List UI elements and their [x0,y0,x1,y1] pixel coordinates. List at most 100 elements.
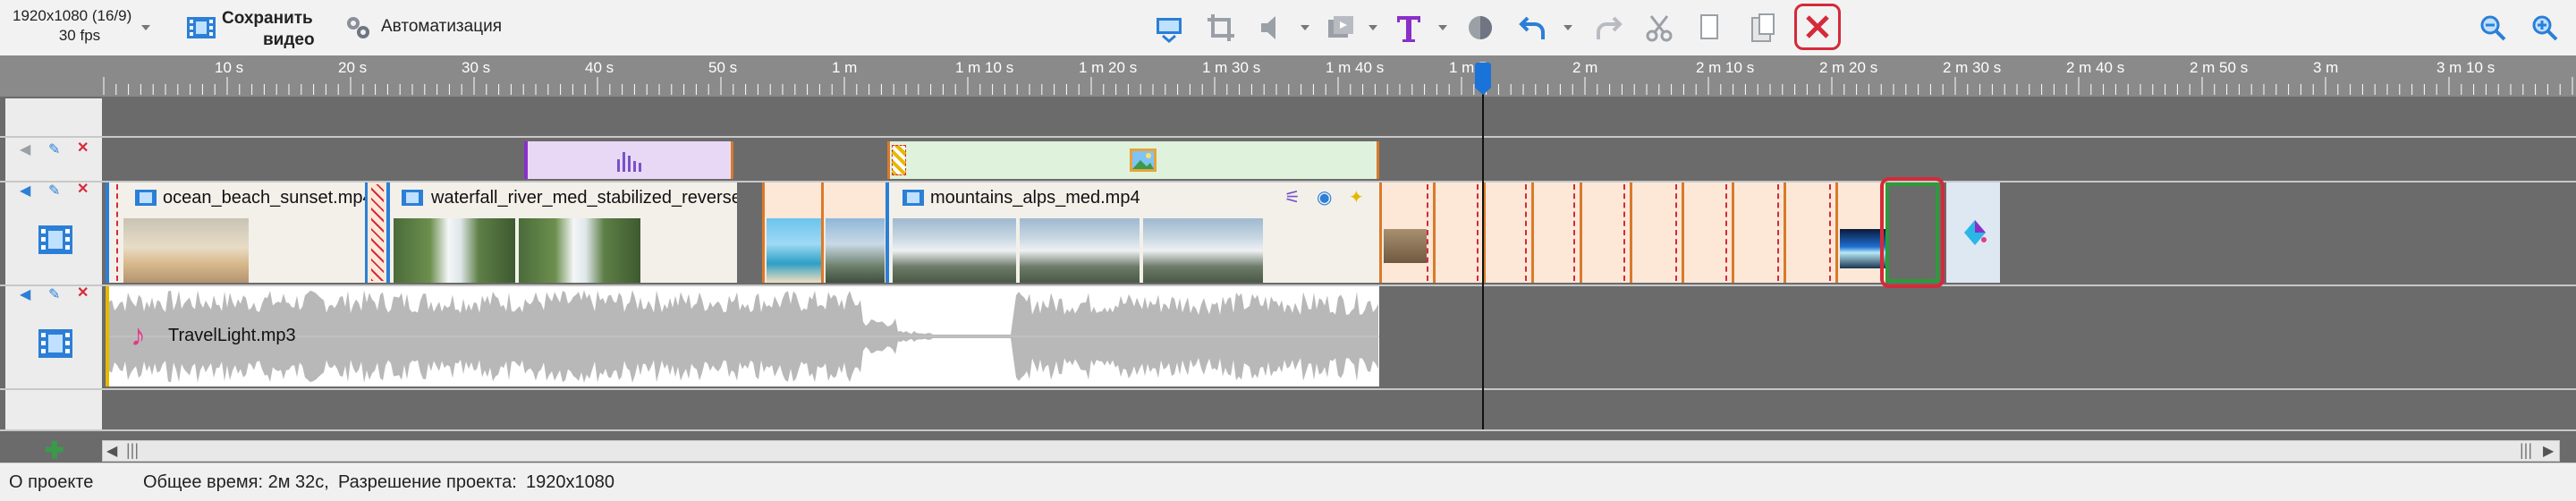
video-clip-segment[interactable] [1433,183,1483,283]
video-clip-segment[interactable] [1784,183,1835,283]
cut-icon[interactable] [1640,9,1678,47]
fit-timeline-icon[interactable] [1150,9,1188,47]
redo-icon[interactable] [1589,9,1626,47]
film-small-icon [402,190,423,206]
audio-effect-clip[interactable] [524,141,733,179]
transition-marker [1525,184,1530,281]
image-overlay-clip[interactable] [887,141,1379,179]
undo-dropdown-icon[interactable] [1563,25,1572,30]
horizontal-scrollbar[interactable]: ◀ ||| ||| ▶ [102,440,2560,462]
video-clip-aurora[interactable] [1835,183,1885,283]
thumbnail [1143,218,1263,283]
thumbnail [767,218,821,283]
color-icon[interactable] [1462,9,1499,47]
paste-icon[interactable] [1744,9,1782,47]
save-label-2: видео [263,30,315,49]
thumbnail [123,218,249,283]
transition-dropdown-icon[interactable] [1368,25,1377,30]
mute-icon[interactable]: ◀ [20,184,30,199]
lock-icon[interactable]: ✎ [48,143,60,157]
mute-icon[interactable]: ◀ [20,143,30,157]
audio-waves-icon[interactable]: ◉ [1317,186,1332,208]
time-ruler[interactable]: 10 s 20 s 30 s 40 s 50 s 1 m 1 m 10 s 1 m 20 s 1… [0,55,2576,97]
video-clip-segment[interactable] [1580,183,1630,283]
automation-button[interactable]: Автоматизация [343,13,522,43]
video-clip-waterfall[interactable]: waterfall_river_med_stabilized_reverse..… [386,183,737,283]
delete-icon[interactable] [1794,4,1841,50]
gears-icon [347,17,369,38]
add-track-icon[interactable]: ✚ [45,437,64,464]
transition-marker [892,145,906,175]
row-separator [0,136,2576,138]
zoom-in-icon[interactable] [2526,9,2563,47]
equalizer-icon [617,152,641,172]
project-resolution-label: Разрешение проекта: [338,472,517,492]
scroll-thumb-grip[interactable]: ||| [126,441,139,460]
ruler-label: 2 m 30 s [1943,59,2002,76]
music-note-icon: ♪ [131,318,146,352]
text-dropdown-icon[interactable] [1438,25,1447,30]
film-icon [187,17,216,38]
video-clip-segment[interactable] [1682,183,1732,283]
undo-icon[interactable] [1515,9,1553,47]
video-clip-mountains[interactable]: mountains_alps_med.mp4 ⚟ ◉ ✦ [886,183,1379,283]
remove-track-icon[interactable]: ✕ [77,141,89,156]
thumbnail [519,218,640,283]
empty-slot-clip[interactable] [1946,183,2000,283]
text-icon[interactable] [1390,9,1428,47]
chevron-down-icon[interactable] [141,25,150,30]
video-clip-segment[interactable] [1483,183,1531,283]
adjust-icon[interactable]: ⚟ [1284,186,1301,208]
selection-highlight [1880,177,1945,288]
clip-name: TravelLight.mp3 [168,326,296,345]
transition-marker [1777,184,1783,281]
total-time-label: Общее время: 2м 32с, [143,472,329,492]
ruler-label: 30 s [462,59,491,76]
scroll-right-arrow[interactable]: ▶ [2543,442,2554,460]
video-clip-small[interactable] [762,183,821,283]
video-clip-ocean[interactable]: ocean_beach_sunset.mp4 [106,183,365,283]
volume-dropdown-icon[interactable] [1301,25,1309,30]
playhead-line[interactable] [1482,63,1484,429]
crop-icon[interactable] [1202,9,1240,47]
audio-track-icon [38,329,72,358]
transition-icon[interactable] [1322,9,1360,47]
mute-icon[interactable]: ◀ [20,288,30,302]
resolution-label: 1920x1080 (16/9) [13,7,132,24]
transition-marker [111,184,118,281]
fps-label: 30 fps [58,27,101,44]
video-track-icon [38,225,72,254]
playhead-handle[interactable] [1475,63,1491,88]
sparkle-icon[interactable]: ✦ [1349,186,1364,208]
scroll-left-arrow[interactable]: ◀ [106,442,117,460]
video-clip-small[interactable] [821,183,886,283]
about-project-link[interactable]: О проекте [9,472,93,493]
video-clip-segment[interactable] [1379,183,1433,283]
status-bar: О проекте Общее время: 2м 32с, Разрешени… [0,463,2576,501]
resolution-selector[interactable]: 1920x1080 (16/9) 30 fps [13,7,147,45]
track-controls-top: ◀ ✎ ✕ [5,138,102,181]
ruler-label: 1 m 40 s [1326,59,1385,76]
diamond-icon [1964,220,1987,245]
ruler-label: 2 m 20 s [1819,59,1878,76]
remove-track-icon[interactable]: ✕ [77,183,89,197]
audio-clip[interactable]: ♪ TravelLight.mp3 [106,286,1379,386]
scroll-thumb-grip[interactable]: ||| [2520,441,2532,460]
track-controls-empty [5,98,102,136]
lock-icon[interactable]: ✎ [48,184,60,199]
zoom-out-icon[interactable] [2474,9,2512,47]
remove-track-icon[interactable]: ✕ [77,286,89,301]
transition-block[interactable] [365,183,386,283]
clip-name: waterfall_river_med_stabilized_reverse..… [431,188,737,208]
video-clip-segment[interactable] [1531,183,1580,283]
video-clip-segment[interactable] [1630,183,1682,283]
video-clip-segment[interactable] [1732,183,1784,283]
ruler-label: 1 m [832,59,858,76]
copy-icon[interactable] [1690,9,1728,47]
ruler-label: 1 m 30 s [1202,59,1261,76]
playhead-handle-tip [1475,88,1491,95]
lock-icon[interactable]: ✎ [48,288,60,302]
save-video-button[interactable]: Сохранить видео [182,7,326,50]
volume-icon[interactable] [1254,9,1292,47]
thumbnail [394,218,515,283]
